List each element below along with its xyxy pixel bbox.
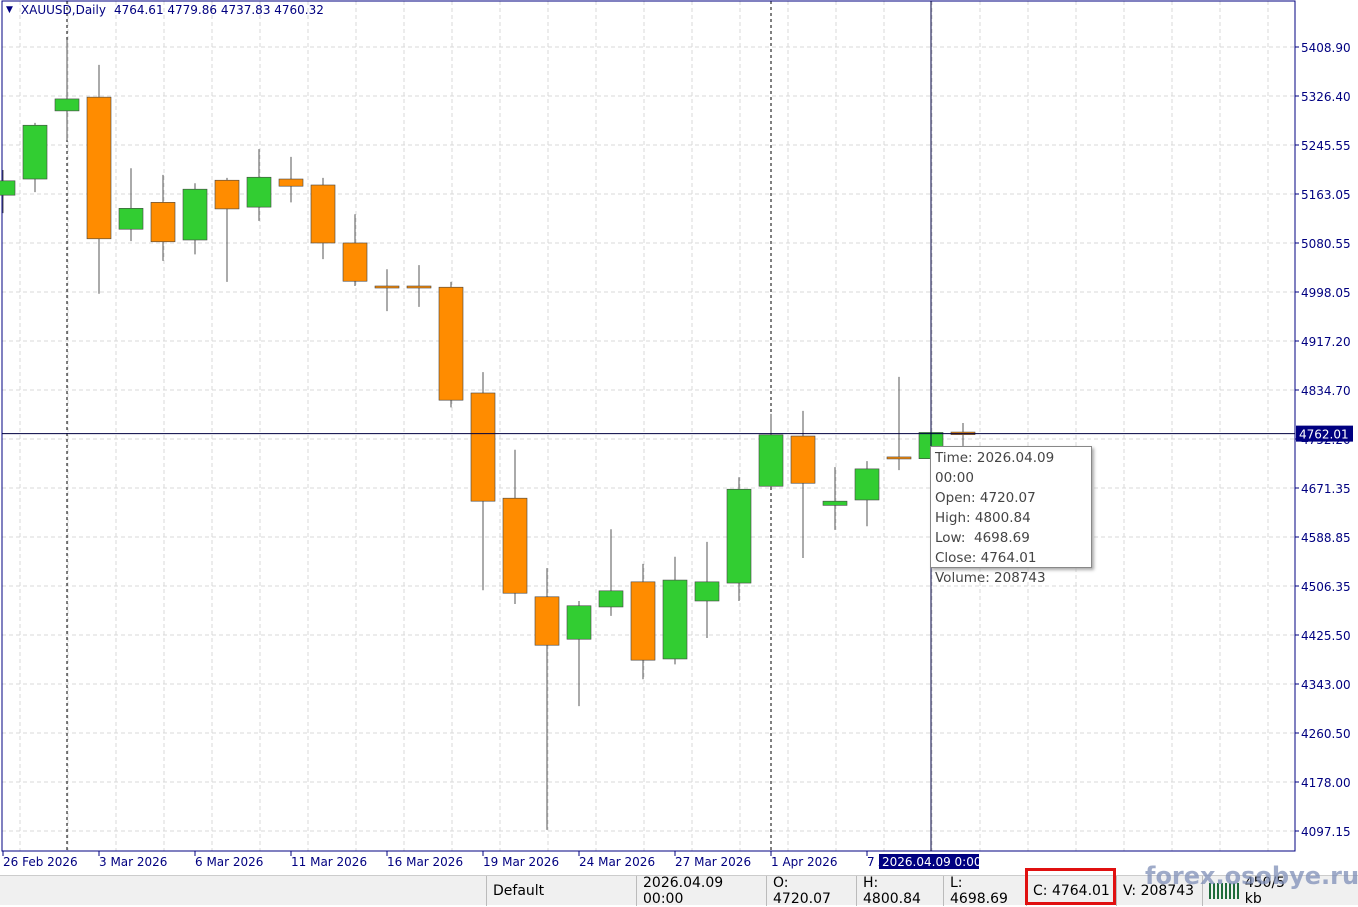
candle-bear xyxy=(470,392,496,502)
y-tick-label: 4671.35 xyxy=(1301,482,1351,496)
candle-bear xyxy=(406,285,432,289)
candle-bull xyxy=(22,124,48,180)
y-tick-label: 5245.55 xyxy=(1301,139,1351,153)
candle-bull xyxy=(182,188,208,241)
candle-bull xyxy=(54,98,80,112)
y-tick-label: 4097.15 xyxy=(1301,825,1351,839)
tooltip-volume: Volume: 208743 xyxy=(935,570,1046,586)
y-tick-label: 4917.20 xyxy=(1301,335,1351,349)
tooltip-low: Low: 4698.69 xyxy=(935,530,1030,546)
crosshair-price-label: 4762.01 xyxy=(1299,428,1349,442)
candle-bull xyxy=(854,468,880,501)
x-tick-label: 11 Mar 2026 xyxy=(291,855,367,869)
x-tick-label: 24 Mar 2026 xyxy=(579,855,655,869)
candle-bear xyxy=(374,285,400,289)
y-tick-label: 5326.40 xyxy=(1301,90,1351,104)
candle-bear xyxy=(630,581,656,661)
candle-bull xyxy=(0,180,16,196)
candle-bull xyxy=(598,590,624,608)
status-time: 2026.04.09 00:00 xyxy=(636,875,766,907)
candle-bear xyxy=(150,202,176,243)
tooltip-high: High: 4800.84 xyxy=(935,510,1031,526)
price-chart[interactable]: 5408.90 5326.40 5245.55 5163.05 5080.55 4998.… xyxy=(0,0,1358,875)
candle-bear xyxy=(438,286,464,401)
candle-tooltip: Time: 2026.04.09 00:00 Open: 4720.07 Hig… xyxy=(930,446,1092,586)
tooltip-close: Close: 4764.01 xyxy=(935,550,1037,566)
candle-bull xyxy=(822,500,848,506)
tooltip-time: Time: 2026.04.09 00:00 xyxy=(935,450,1055,486)
candle-bull xyxy=(694,581,720,602)
y-tick-label: 4260.50 xyxy=(1301,727,1351,741)
candle-bear xyxy=(790,435,816,484)
y-tick-label: 5408.90 xyxy=(1301,41,1351,55)
collapse-triangle-icon[interactable]: ▼ xyxy=(6,5,13,15)
y-tick-label: 4834.70 xyxy=(1301,384,1351,398)
candle-bear xyxy=(886,456,912,460)
status-low: L: 4698.69 xyxy=(943,875,1026,907)
candle-bear xyxy=(310,184,336,244)
x-tick-label: 26 Feb 2026 xyxy=(3,855,78,869)
y-tick-label: 5163.05 xyxy=(1301,188,1351,202)
candle-bear xyxy=(502,497,528,594)
y-tick-label: 4178.00 xyxy=(1301,776,1351,790)
candle-bear xyxy=(86,96,112,240)
y-tick-label: 4343.00 xyxy=(1301,678,1351,692)
x-tick-label: 3 Mar 2026 xyxy=(99,855,167,869)
y-tick-label: 4998.05 xyxy=(1301,286,1351,300)
candle-bear xyxy=(278,178,304,187)
x-tick-label: 27 Mar 2026 xyxy=(675,855,751,869)
x-tick-label: 16 Mar 2026 xyxy=(387,855,463,869)
candle-bull xyxy=(246,176,272,208)
candle-bull xyxy=(758,434,784,487)
watermark: forex.osobye.ru xyxy=(1145,862,1358,890)
crosshair-time-label: 2026.04.09 0:00 xyxy=(882,855,981,869)
y-tick-label: 4506.35 xyxy=(1301,580,1351,594)
candle-bear xyxy=(534,596,560,646)
x-tick-label: 6 Mar 2026 xyxy=(195,855,263,869)
y-tick-label: 4588.85 xyxy=(1301,531,1351,545)
candle-bull xyxy=(118,208,144,230)
x-tick-label: 19 Mar 2026 xyxy=(483,855,559,869)
x-tick-label: 1 Apr 2026 xyxy=(771,855,838,869)
candle-bear xyxy=(214,179,240,210)
status-open: O: 4720.07 xyxy=(766,875,856,907)
candle-bull xyxy=(662,579,688,660)
candle-bull xyxy=(566,605,592,640)
chart-frame xyxy=(1,0,1296,852)
status-profile: Default xyxy=(486,875,636,906)
highlight-box xyxy=(1025,868,1116,905)
y-tick-label: 4425.50 xyxy=(1301,629,1351,643)
symbol-label: XAUUSD,Daily xyxy=(20,3,106,17)
tooltip-open: Open: 4720.07 xyxy=(935,490,1036,506)
status-high: H: 4800.84 xyxy=(856,875,943,907)
ohlc-readout: 4764.61 4779.86 4737.83 4760.32 xyxy=(113,3,324,17)
chart-header: ▼ XAUUSD,Daily 4764.61 4779.86 4737.83 4… xyxy=(6,3,324,17)
candle-bull xyxy=(726,488,752,584)
candle-bear xyxy=(342,242,368,282)
y-tick-label: 5080.55 xyxy=(1301,237,1351,251)
